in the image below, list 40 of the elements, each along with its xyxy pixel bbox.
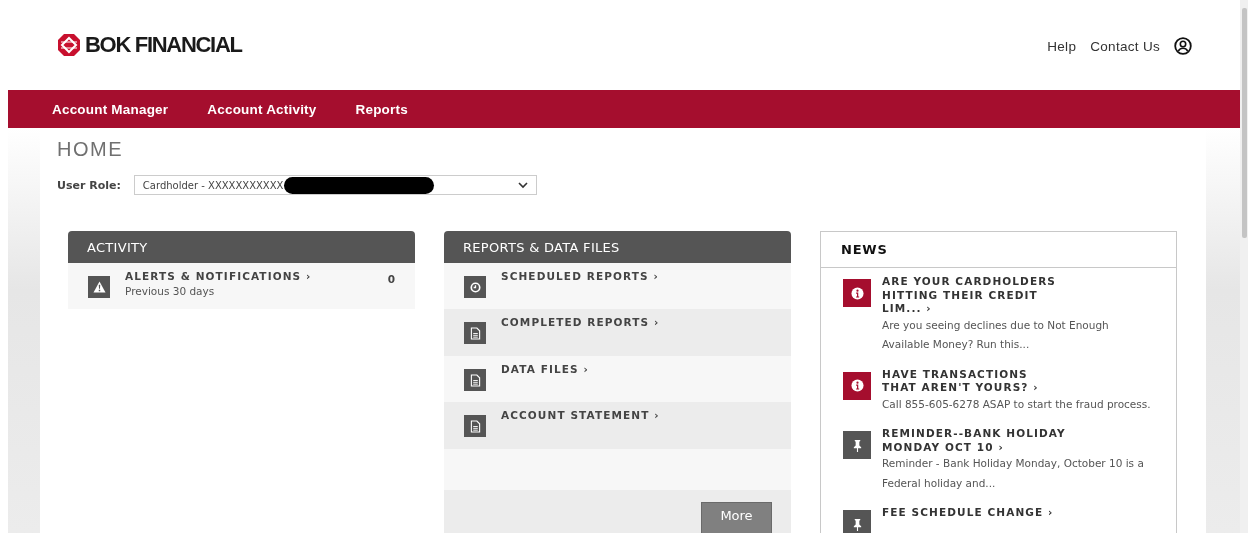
logo-icon xyxy=(57,33,81,57)
user-role-select[interactable]: Cardholder - XXXXXXXXXXX xyxy=(133,175,537,195)
info-icon xyxy=(843,371,871,400)
activity-link[interactable]: ALERTS & NOTIFICATIONS › xyxy=(125,270,312,282)
news-link[interactable]: HAVE TRANSACTIONS THAT AREN'T YOURS? › xyxy=(882,367,1067,395)
news-link[interactable]: FEE SCHEDULE CHANGE › xyxy=(882,506,1067,520)
report-link[interactable]: DATA FILES › xyxy=(501,363,589,375)
scrollbar-thumb[interactable] xyxy=(1241,8,1247,238)
panel-header: NEWS xyxy=(821,232,1176,268)
clock-icon xyxy=(464,276,486,298)
logo-text: BOK FINANCIAL xyxy=(85,32,242,58)
more-button[interactable]: More xyxy=(701,502,772,533)
document-icon xyxy=(464,322,486,344)
info-icon xyxy=(843,279,871,307)
document-icon xyxy=(464,369,486,391)
chevron-down-icon xyxy=(517,181,528,189)
news-link[interactable]: ARE YOUR CARDHOLDERS HITTING THEIR CREDIT LIM... › xyxy=(882,275,1067,316)
report-link[interactable]: SCHEDULED REPORTS › xyxy=(501,270,659,282)
report-link[interactable]: COMPLETED REPORTS › xyxy=(501,316,660,328)
report-link[interactable]: ACCOUNT STATEMENT › xyxy=(501,409,660,421)
warning-icon xyxy=(88,276,110,298)
field-label: User Role: xyxy=(57,178,121,192)
user-icon[interactable] xyxy=(1174,37,1192,55)
news-summary: Reminder - Bank Holiday Monday, October 10 is a Federal holiday and... xyxy=(882,456,1145,491)
header-link[interactable]: Help xyxy=(1047,38,1077,54)
activity-subtitle: Previous 30 days xyxy=(125,285,216,297)
document-icon xyxy=(464,415,486,437)
nav-link[interactable]: Reports xyxy=(355,101,408,117)
panel-header: REPORTS & DATA FILES xyxy=(444,231,791,263)
news-summary: Are you seeing declines due to Not Enough Available Money? Run this... xyxy=(882,317,1110,352)
nav-link[interactable]: Account Manager xyxy=(52,101,169,117)
page-title: HOME xyxy=(57,138,124,161)
nav-link[interactable]: Account Activity xyxy=(207,101,317,117)
count-label: 0 xyxy=(387,273,395,285)
pin-icon xyxy=(843,431,871,459)
news-summary: Call 855-605-6278 ASAP to start the fraud process. xyxy=(882,396,1152,412)
header-link[interactable]: Contact Us xyxy=(1090,38,1160,54)
panel-header: ACTIVITY xyxy=(68,231,415,263)
news-link[interactable]: REMINDER--BANK HOLIDAY MONDAY OCT 10 › xyxy=(882,427,1067,454)
activity-row[interactable]: ALERTS & NOTIFICATIONS › Previous 30 days 0 xyxy=(68,263,415,309)
